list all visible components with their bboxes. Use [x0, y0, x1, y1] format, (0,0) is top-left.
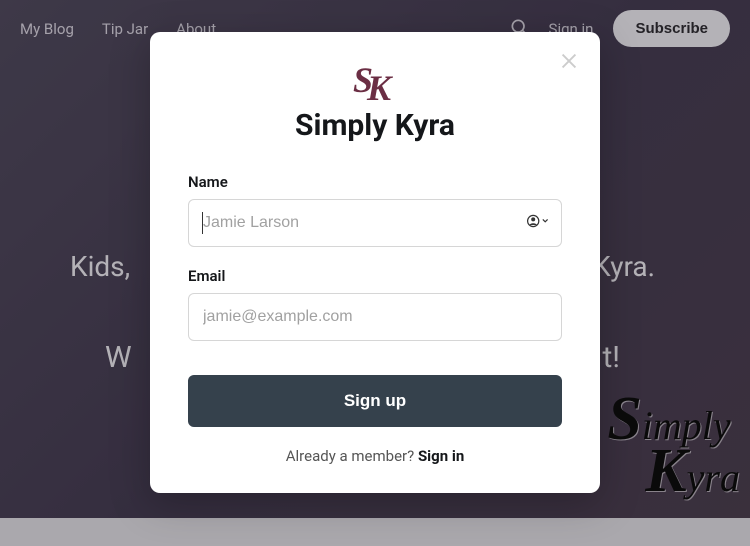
signin-link[interactable]: Sign in — [418, 447, 464, 465]
name-input[interactable] — [188, 199, 562, 247]
text-cursor — [202, 212, 203, 234]
logo-k-icon: K — [367, 76, 391, 101]
already-member-text: Already a member? — [286, 447, 418, 465]
modal-logo: SK — [188, 72, 562, 100]
email-label: Email — [188, 267, 562, 285]
contact-dropdown-icon[interactable] — [526, 213, 550, 233]
signup-modal: SK Simply Kyra Name Email Sign up Alread… — [150, 32, 600, 493]
signup-button[interactable]: Sign up — [188, 375, 562, 427]
name-label: Name — [188, 173, 562, 191]
signin-prompt: Already a member? Sign in — [188, 447, 562, 465]
close-button[interactable] — [558, 50, 582, 74]
email-input[interactable] — [188, 293, 562, 341]
modal-title: Simply Kyra — [188, 108, 562, 143]
